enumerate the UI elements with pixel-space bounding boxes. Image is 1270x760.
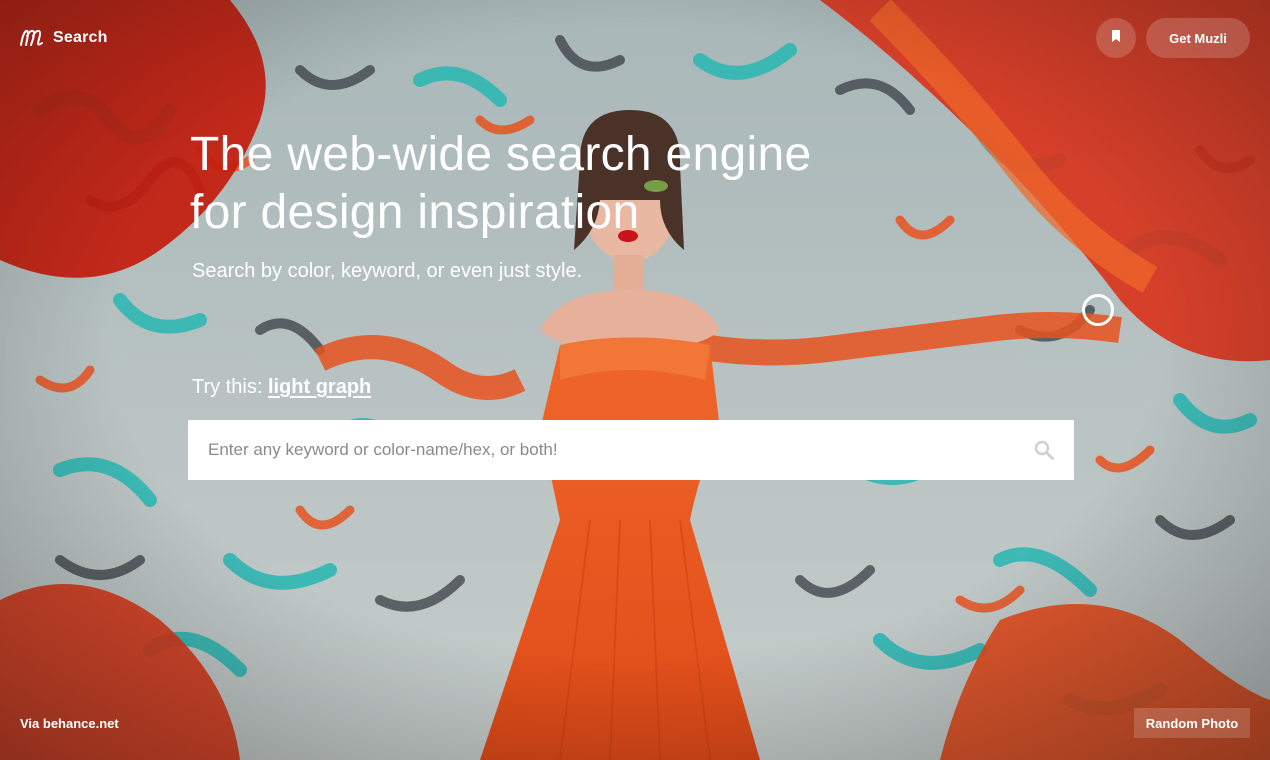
- hero-subtitle: Search by color, keyword, or even just s…: [192, 260, 583, 282]
- random-photo-button[interactable]: Random Photo: [1134, 708, 1250, 738]
- logo-search-link[interactable]: Search: [19, 27, 108, 49]
- muzli-m-logo-icon: [19, 27, 45, 49]
- try-suggestion: Try this: light graph: [192, 376, 371, 399]
- search-box: [188, 420, 1074, 480]
- try-label: Try this:: [192, 376, 263, 398]
- hero-title: The web-wide search engine for design in…: [190, 126, 812, 242]
- muzli-search-page: Search Get Muzli The web-wide search eng…: [0, 0, 1270, 760]
- logo-title: Search: [53, 29, 108, 46]
- try-suggestion-link[interactable]: light graph: [268, 376, 371, 398]
- bookmark-button[interactable]: [1096, 18, 1136, 58]
- bookmark-icon: [1111, 29, 1121, 47]
- photo-source-link[interactable]: Via behance.net: [20, 716, 119, 731]
- hero-title-line-1: The web-wide search engine: [190, 128, 812, 181]
- search-icon[interactable]: [1014, 420, 1074, 480]
- get-muzli-button[interactable]: Get Muzli: [1146, 18, 1250, 58]
- cursor-ring-indicator: [1082, 294, 1114, 326]
- search-input[interactable]: [188, 420, 1014, 480]
- hero-title-line-2: for design inspiration: [190, 186, 640, 239]
- background-photo: [0, 0, 1270, 760]
